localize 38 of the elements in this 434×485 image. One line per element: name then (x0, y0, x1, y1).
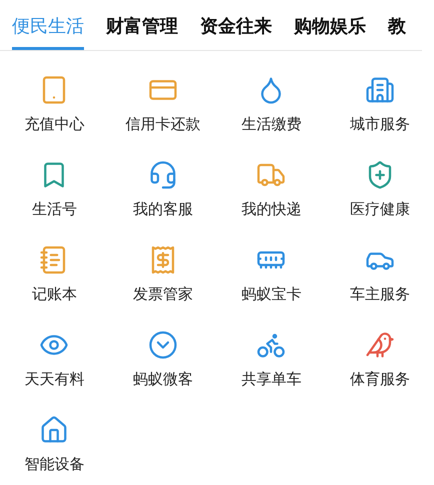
service-label: 蚂蚁宝卡 (241, 285, 302, 305)
service-item[interactable]: 蚂蚁宝卡 (217, 245, 326, 306)
service-item[interactable]: 发票管家 (108, 245, 217, 306)
service-label: 生活缴费 (241, 115, 302, 135)
service-item[interactable]: 体育服务 (326, 330, 434, 391)
tab[interactable]: 购物娱乐 (294, 14, 366, 50)
service-item[interactable]: 智能设备 (0, 415, 108, 476)
service-item[interactable]: 城市服务 (326, 75, 434, 136)
service-label: 智能设备 (24, 455, 84, 475)
service-item[interactable]: 记账本 (0, 245, 108, 306)
service-label: 生活号 (32, 200, 77, 220)
service-label: 我的客服 (132, 200, 193, 220)
service-label: 车主服务 (350, 285, 410, 305)
service-item[interactable]: 医疗健康 (326, 160, 434, 221)
tab[interactable]: 财富管理 (106, 14, 178, 50)
service-item[interactable]: 充值中心 (0, 75, 108, 136)
service-item[interactable]: 蚂蚁微客 (108, 330, 217, 391)
service-item[interactable]: 共享单车 (217, 330, 326, 391)
service-label: 发票管家 (132, 285, 193, 305)
tab[interactable]: 资金往来 (200, 14, 272, 50)
service-item[interactable]: 车主服务 (326, 245, 434, 306)
service-item[interactable]: 生活缴费 (217, 75, 326, 136)
service-label: 充值中心 (24, 115, 84, 135)
service-item[interactable]: 我的快递 (217, 160, 326, 221)
service-label: 体育服务 (350, 370, 410, 390)
service-label: 医疗健康 (350, 200, 410, 220)
service-item[interactable]: 信用卡还款 (108, 75, 217, 136)
service-label: 信用卡还款 (125, 115, 200, 135)
service-label: 记账本 (32, 285, 77, 305)
service-label: 城市服务 (350, 115, 410, 135)
service-item[interactable]: 生活号 (0, 160, 108, 221)
service-label: 蚂蚁微客 (132, 370, 193, 390)
service-item[interactable]: 天天有料 (0, 330, 108, 391)
service-item[interactable]: 我的客服 (108, 160, 217, 221)
tab[interactable]: 教 (388, 14, 406, 50)
service-label: 我的快递 (241, 200, 302, 220)
service-label: 天天有料 (24, 370, 84, 390)
service-label: 共享单车 (241, 370, 302, 390)
